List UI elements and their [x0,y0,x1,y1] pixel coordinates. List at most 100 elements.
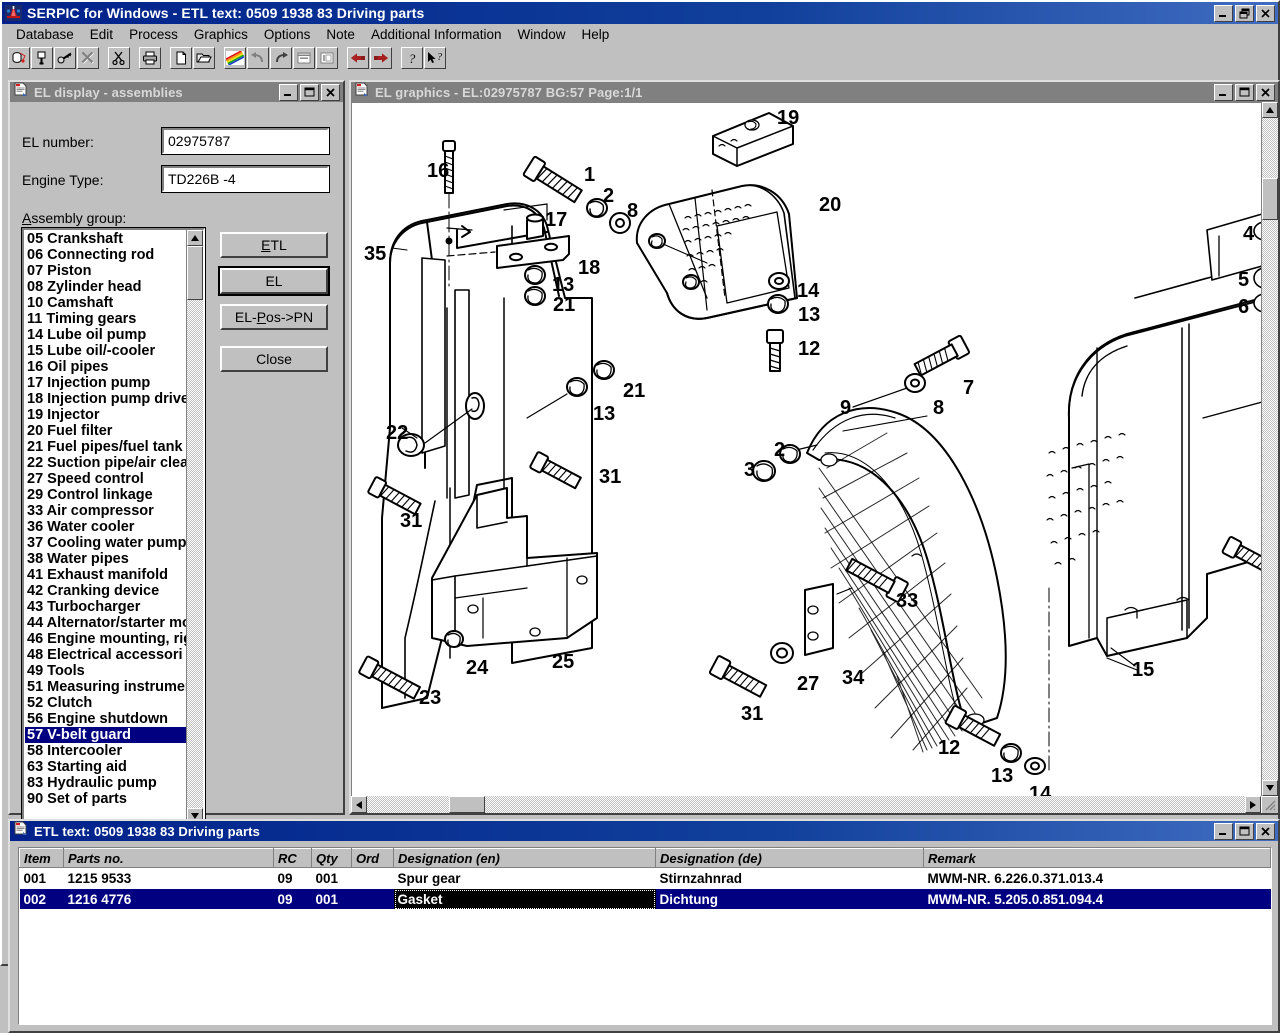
engine-type-input[interactable] [162,166,329,192]
assembly-list-item[interactable]: 16 Oil pipes [25,359,186,375]
scroll-down-arrow-icon[interactable] [1262,780,1278,796]
scroll-up-arrow-icon[interactable] [1262,102,1278,118]
assembly-scroll-track[interactable] [187,246,203,808]
assembly-list-item[interactable]: 19 Injector [25,407,186,423]
assembly-list-item[interactable]: 21 Fuel pipes/fuel tank [25,439,186,455]
menu-help[interactable]: Help [574,26,618,44]
etl-button[interactable]: ETL [220,232,328,258]
table-cell-parts_no[interactable]: 1216 4776 [64,889,274,910]
assembly-list-item[interactable]: 20 Fuel filter [25,423,186,439]
new-document-icon[interactable] [170,47,192,69]
column-header-qty[interactable]: Qty [312,849,352,868]
assembly-list-item[interactable]: 49 Tools [25,663,186,679]
table-cell-ord[interactable] [352,889,394,910]
magnifier-icon[interactable] [31,47,53,69]
assembly-scroll-thumb[interactable] [187,246,203,300]
assembly-list-item[interactable]: 06 Connecting rod [25,247,186,263]
assembly-list-item[interactable]: 37 Cooling water pump [25,535,186,551]
assembly-list-item[interactable]: 56 Engine shutdown [25,711,186,727]
back-arrow-icon[interactable] [347,47,369,69]
minimize-button[interactable] [1214,5,1233,22]
assembly-list-item[interactable]: 05 Crankshaft [25,231,186,247]
column-header-designation-de[interactable]: Designation (de) [656,849,924,868]
resize-grip[interactable] [1261,796,1278,813]
table-row[interactable]: 0011215 953309001Spur gearStirnzahnradMW… [20,868,1271,889]
assembly-list-item[interactable]: 11 Timing gears [25,311,186,327]
assembly-list-item[interactable]: 18 Injection pump drive [25,391,186,407]
graphics-minimize-button[interactable] [1214,84,1233,101]
assembly-list-item[interactable]: 46 Engine mounting, rig [25,631,186,647]
redo-arrow-icon[interactable] [270,47,292,69]
assembly-list-item[interactable]: 42 Cranking device [25,583,186,599]
table-cell-qty[interactable]: 001 [312,889,352,910]
assembly-list-item[interactable]: 36 Water cooler [25,519,186,535]
el-button[interactable]: EL [220,268,328,294]
graphics-maximize-button[interactable] [1235,84,1254,101]
table-cell-rc[interactable]: 09 [274,889,312,910]
graphics-horizontal-scrollbar[interactable] [351,796,1261,813]
etl-maximize-button[interactable] [1235,823,1254,840]
menu-window[interactable]: Window [510,26,574,44]
menu-edit[interactable]: Edit [82,26,121,44]
assembly-list-item[interactable]: 41 Exhaust manifold [25,567,186,583]
assembly-list-item[interactable]: 51 Measuring instrumen [25,679,186,695]
table-cell-des_de[interactable]: Stirnzahnrad [656,868,924,889]
menu-graphics[interactable]: Graphics [186,26,256,44]
table-cell-parts_no[interactable]: 1215 9533 [64,868,274,889]
assembly-list-item[interactable]: 15 Lube oil/-cooler [25,343,186,359]
column-header-remark[interactable]: Remark [924,849,1271,868]
graphics-vertical-scrollbar[interactable] [1261,102,1278,796]
assembly-list-item[interactable]: 14 Lube oil pump [25,327,186,343]
assembly-list-item[interactable]: 52 Clutch [25,695,186,711]
assembly-list-item[interactable]: 33 Air compressor [25,503,186,519]
menu-note[interactable]: Note [318,26,363,44]
restore-button[interactable] [1235,5,1254,22]
table-cell-des_en[interactable]: Gasket [394,889,656,910]
table-cell-remark[interactable]: MWM-NR. 5.205.0.851.094.4 [924,889,1271,910]
assembly-list-item[interactable]: 17 Injection pump [25,375,186,391]
el-pos-to-pn-button[interactable]: EL-Pos->PN [220,304,328,330]
assembly-list-item[interactable]: 29 Control linkage [25,487,186,503]
close-button[interactable] [1256,5,1275,22]
cut-scissors-icon[interactable] [108,47,130,69]
assembly-group-listbox[interactable]: 05 Crankshaft06 Connecting rod07 Piston0… [22,228,205,826]
open-folder-icon[interactable] [193,47,215,69]
table-cell-ord[interactable] [352,868,394,889]
assembly-list-item[interactable]: 90 Set of parts [25,791,186,807]
graphics-vscroll-thumb[interactable] [1262,178,1278,220]
menu-database[interactable]: Database [8,26,82,44]
column-header-parts-no[interactable]: Parts no. [64,849,274,868]
parts-table[interactable]: Item Parts no. RC Qty Ord Designation (e… [18,847,1272,1025]
table-cell-qty[interactable]: 001 [312,868,352,889]
table-cell-des_en[interactable]: Spur gear [394,868,656,889]
table-cell-item[interactable]: 001 [20,868,64,889]
print-icon[interactable] [139,47,161,69]
assembly-list-item[interactable]: 83 Hydraulic pump [25,775,186,791]
assembly-list-item[interactable]: 27 Speed control [25,471,186,487]
graphics-close-button[interactable] [1256,84,1275,101]
assembly-group-list[interactable]: 05 Crankshaft06 Connecting rod07 Piston0… [24,230,186,824]
assembly-list-item[interactable]: 38 Water pipes [25,551,186,567]
assembly-list-item[interactable]: 07 Piston [25,263,186,279]
graphics-vscroll-track[interactable] [1262,118,1278,780]
assembly-list-item[interactable]: 10 Camshaft [25,295,186,311]
column-header-item[interactable]: Item [20,849,64,868]
assembly-list-item[interactable]: 63 Starting aid [25,759,186,775]
context-help-icon[interactable]: ? [424,47,446,69]
database-icon[interactable] [8,47,30,69]
assembly-list-item[interactable]: 48 Electrical accessori [25,647,186,663]
key-icon[interactable] [54,47,76,69]
table-cell-item[interactable]: 002 [20,889,64,910]
scroll-left-arrow-icon[interactable] [351,796,367,813]
rainbow-colors-icon[interactable] [224,47,246,69]
el-number-input[interactable] [162,128,329,154]
menu-options[interactable]: Options [256,26,319,44]
etl-minimize-button[interactable] [1214,823,1233,840]
menu-process[interactable]: Process [121,26,186,44]
graphics-hscroll-thumb[interactable] [449,796,485,813]
exploded-parts-diagram[interactable]: 1916128201735418131452113612721813922233… [351,102,1261,796]
table-cell-remark[interactable]: MWM-NR. 6.226.0.371.013.4 [924,868,1271,889]
assemblies-close-button[interactable] [321,84,340,101]
forward-arrow-icon[interactable] [370,47,392,69]
assembly-list-scrollbar[interactable] [186,230,203,824]
